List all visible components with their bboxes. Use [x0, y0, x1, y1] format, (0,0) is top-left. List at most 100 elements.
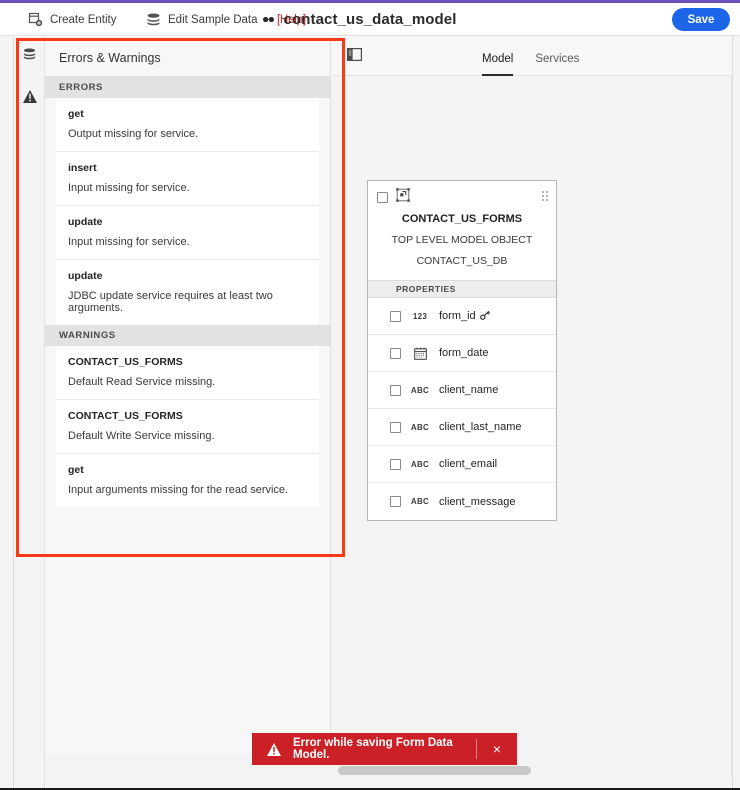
entity-select-checkbox[interactable]	[377, 191, 388, 203]
entity-datasource: CONTACT_US_DB	[416, 255, 508, 267]
rail-item-errors-warnings[interactable]	[14, 78, 45, 120]
error-item-title: update	[68, 216, 103, 228]
date-type-icon	[410, 347, 430, 360]
entity-card[interactable]: CONTACT_US_FORMS TOP LEVEL MODEL OBJECT …	[367, 180, 557, 521]
save-button[interactable]: Save	[672, 8, 730, 31]
property-row[interactable]: ABC client_message	[368, 483, 556, 520]
errors-warnings-panel: Errors & Warnings ERRORS get Output miss…	[45, 40, 331, 753]
canvas-topbar: Model Services	[332, 36, 740, 76]
create-entity-icon	[28, 12, 43, 27]
toolbar: Create Entity Edit Sample Data [Help] co…	[0, 3, 740, 36]
help-link[interactable]: [Help]	[262, 3, 306, 36]
error-item-message: JDBC update service requires at least tw…	[68, 290, 273, 314]
error-item-message: Input missing for service.	[68, 236, 190, 248]
property-checkbox[interactable]	[390, 421, 401, 433]
text-type-icon: ABC	[410, 386, 430, 395]
error-item[interactable]: get Output missing for service.	[56, 98, 319, 152]
property-row[interactable]: ABC client_name	[368, 372, 556, 409]
property-type-label: ABC	[410, 422, 430, 432]
warning-item[interactable]: CONTACT_US_FORMS Default Read Service mi…	[56, 346, 319, 400]
icon-rail	[14, 36, 45, 790]
property-checkbox[interactable]	[390, 458, 401, 470]
create-entity-label: Create Entity	[50, 13, 117, 26]
property-name: form_date	[439, 347, 489, 359]
property-name: client_message	[439, 495, 516, 508]
canvas-region: Model Services CONTACT_US_FORMS TOP LEVE…	[332, 36, 740, 790]
errors-list: get Output missing for service. insert I…	[45, 98, 330, 325]
primary-key-icon	[479, 310, 490, 323]
app-root: Create Entity Edit Sample Data [Help] co…	[0, 0, 740, 790]
error-item-title: update	[68, 270, 103, 282]
error-item[interactable]: update JDBC update service requires at l…	[56, 260, 319, 325]
left-window-edge	[0, 3, 14, 790]
tab-model[interactable]: Model	[482, 53, 514, 76]
property-type-label: ABC	[410, 497, 430, 506]
panel-toggle-icon[interactable]	[347, 48, 363, 66]
create-entity-button[interactable]: Create Entity	[28, 3, 116, 36]
close-icon[interactable]: ×	[477, 733, 517, 765]
property-name: form_id	[439, 310, 476, 322]
property-name-wrap: client_message	[439, 496, 515, 508]
text-type-icon: ABC	[410, 423, 430, 432]
link-glasses-icon	[262, 14, 275, 25]
error-toast-message: Error while saving Form Data Model.	[293, 737, 453, 761]
model-canvas[interactable]: CONTACT_US_FORMS TOP LEVEL MODEL OBJECT …	[332, 76, 732, 776]
warning-item-title: get	[68, 464, 84, 476]
property-name-wrap: form_date	[439, 347, 489, 359]
error-toast: Error while saving Form Data Model. ×	[252, 733, 517, 765]
warning-item-message: Input arguments missing for the read ser…	[68, 484, 289, 496]
property-checkbox[interactable]	[390, 310, 401, 322]
help-label: [Help]	[277, 13, 306, 26]
horizontal-scrollbar[interactable]	[332, 765, 732, 776]
right-window-edge	[732, 36, 740, 790]
entity-object-icon	[396, 187, 410, 207]
error-item-title: get	[68, 108, 84, 120]
warning-triangle-icon	[22, 89, 38, 109]
error-item[interactable]: update Input missing for service.	[56, 206, 319, 260]
entity-subtitle: TOP LEVEL MODEL OBJECT	[391, 234, 533, 246]
warnings-list: CONTACT_US_FORMS Default Read Service mi…	[45, 346, 330, 507]
property-row[interactable]: form_date	[368, 335, 556, 372]
property-checkbox[interactable]	[390, 384, 401, 396]
errors-warnings-title: Errors & Warnings	[45, 40, 330, 77]
database-icon	[22, 47, 37, 67]
edit-sample-data-label: Edit Sample Data	[168, 13, 258, 26]
warning-item[interactable]: CONTACT_US_FORMS Default Write Service m…	[56, 400, 319, 454]
text-type-icon: ABC	[410, 497, 430, 506]
property-name-wrap: client_name	[439, 384, 498, 396]
property-name-wrap: client_last_name	[439, 421, 522, 433]
rail-item-data-sources[interactable]	[14, 36, 45, 78]
tab-services[interactable]: Services	[535, 53, 579, 76]
error-item-message: Input missing for service.	[68, 182, 190, 194]
property-type-label: ABC	[410, 385, 430, 395]
text-type-icon: ABC	[410, 460, 430, 469]
property-name: client_last_name	[439, 421, 522, 433]
horizontal-scrollbar-thumb[interactable]	[338, 766, 531, 775]
section-header-warnings: WARNINGS	[45, 325, 330, 346]
property-row[interactable]: ABC client_last_name	[368, 409, 556, 446]
number-type-icon: 123	[410, 312, 430, 321]
warning-item[interactable]: get Input arguments missing for the read…	[56, 454, 319, 507]
property-checkbox[interactable]	[390, 496, 401, 507]
property-name: client_email	[439, 458, 498, 470]
error-item-title: insert	[68, 162, 97, 174]
warning-item-message: Default Read Service missing.	[68, 376, 216, 388]
warning-item-message: Default Write Service missing.	[68, 430, 215, 442]
drag-handle-icon[interactable]	[542, 191, 548, 201]
property-type-label: ABC	[410, 459, 430, 469]
entity-card-header: CONTACT_US_FORMS TOP LEVEL MODEL OBJECT …	[368, 181, 556, 280]
warning-item-title: CONTACT_US_FORMS	[68, 410, 183, 422]
canvas-tabs: Model Services	[482, 36, 579, 76]
database-stack-icon	[146, 12, 161, 27]
property-row[interactable]: 123 form_id	[368, 298, 556, 335]
property-row[interactable]: ABC client_email	[368, 446, 556, 483]
entity-name: CONTACT_US_FORMS	[401, 213, 523, 225]
properties-section-header: PROPERTIES	[368, 280, 556, 298]
property-type-label: 123	[412, 311, 428, 321]
property-name: client_name	[439, 384, 499, 396]
property-name-wrap: client_email	[439, 458, 497, 470]
section-header-errors: ERRORS	[45, 77, 330, 98]
error-item[interactable]: insert Input missing for service.	[56, 152, 319, 206]
edit-sample-data-button[interactable]: Edit Sample Data	[146, 3, 258, 36]
property-checkbox[interactable]	[390, 347, 401, 359]
